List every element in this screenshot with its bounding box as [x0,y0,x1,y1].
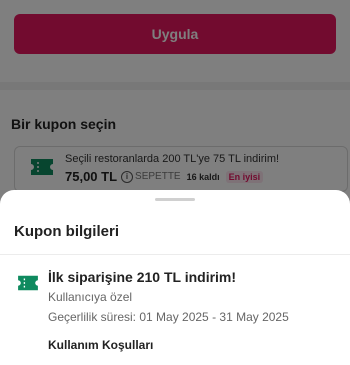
coupon-validity: Geçerlilik süresi: 01 May 2025 - 31 May … [48,310,289,324]
sheet-grab-handle[interactable] [155,198,195,201]
coupon-subtitle: Kullanıcıya özel [48,290,133,304]
sheet-divider [0,254,350,255]
coupon-title: İlk siparişine 210 TL indirim! [48,269,237,285]
sheet-title: Kupon bilgileri [14,223,119,240]
ticket-icon [18,275,38,291]
coupon-info-sheet: Kupon bilgileri İlk siparişine 210 TL in… [0,190,350,365]
